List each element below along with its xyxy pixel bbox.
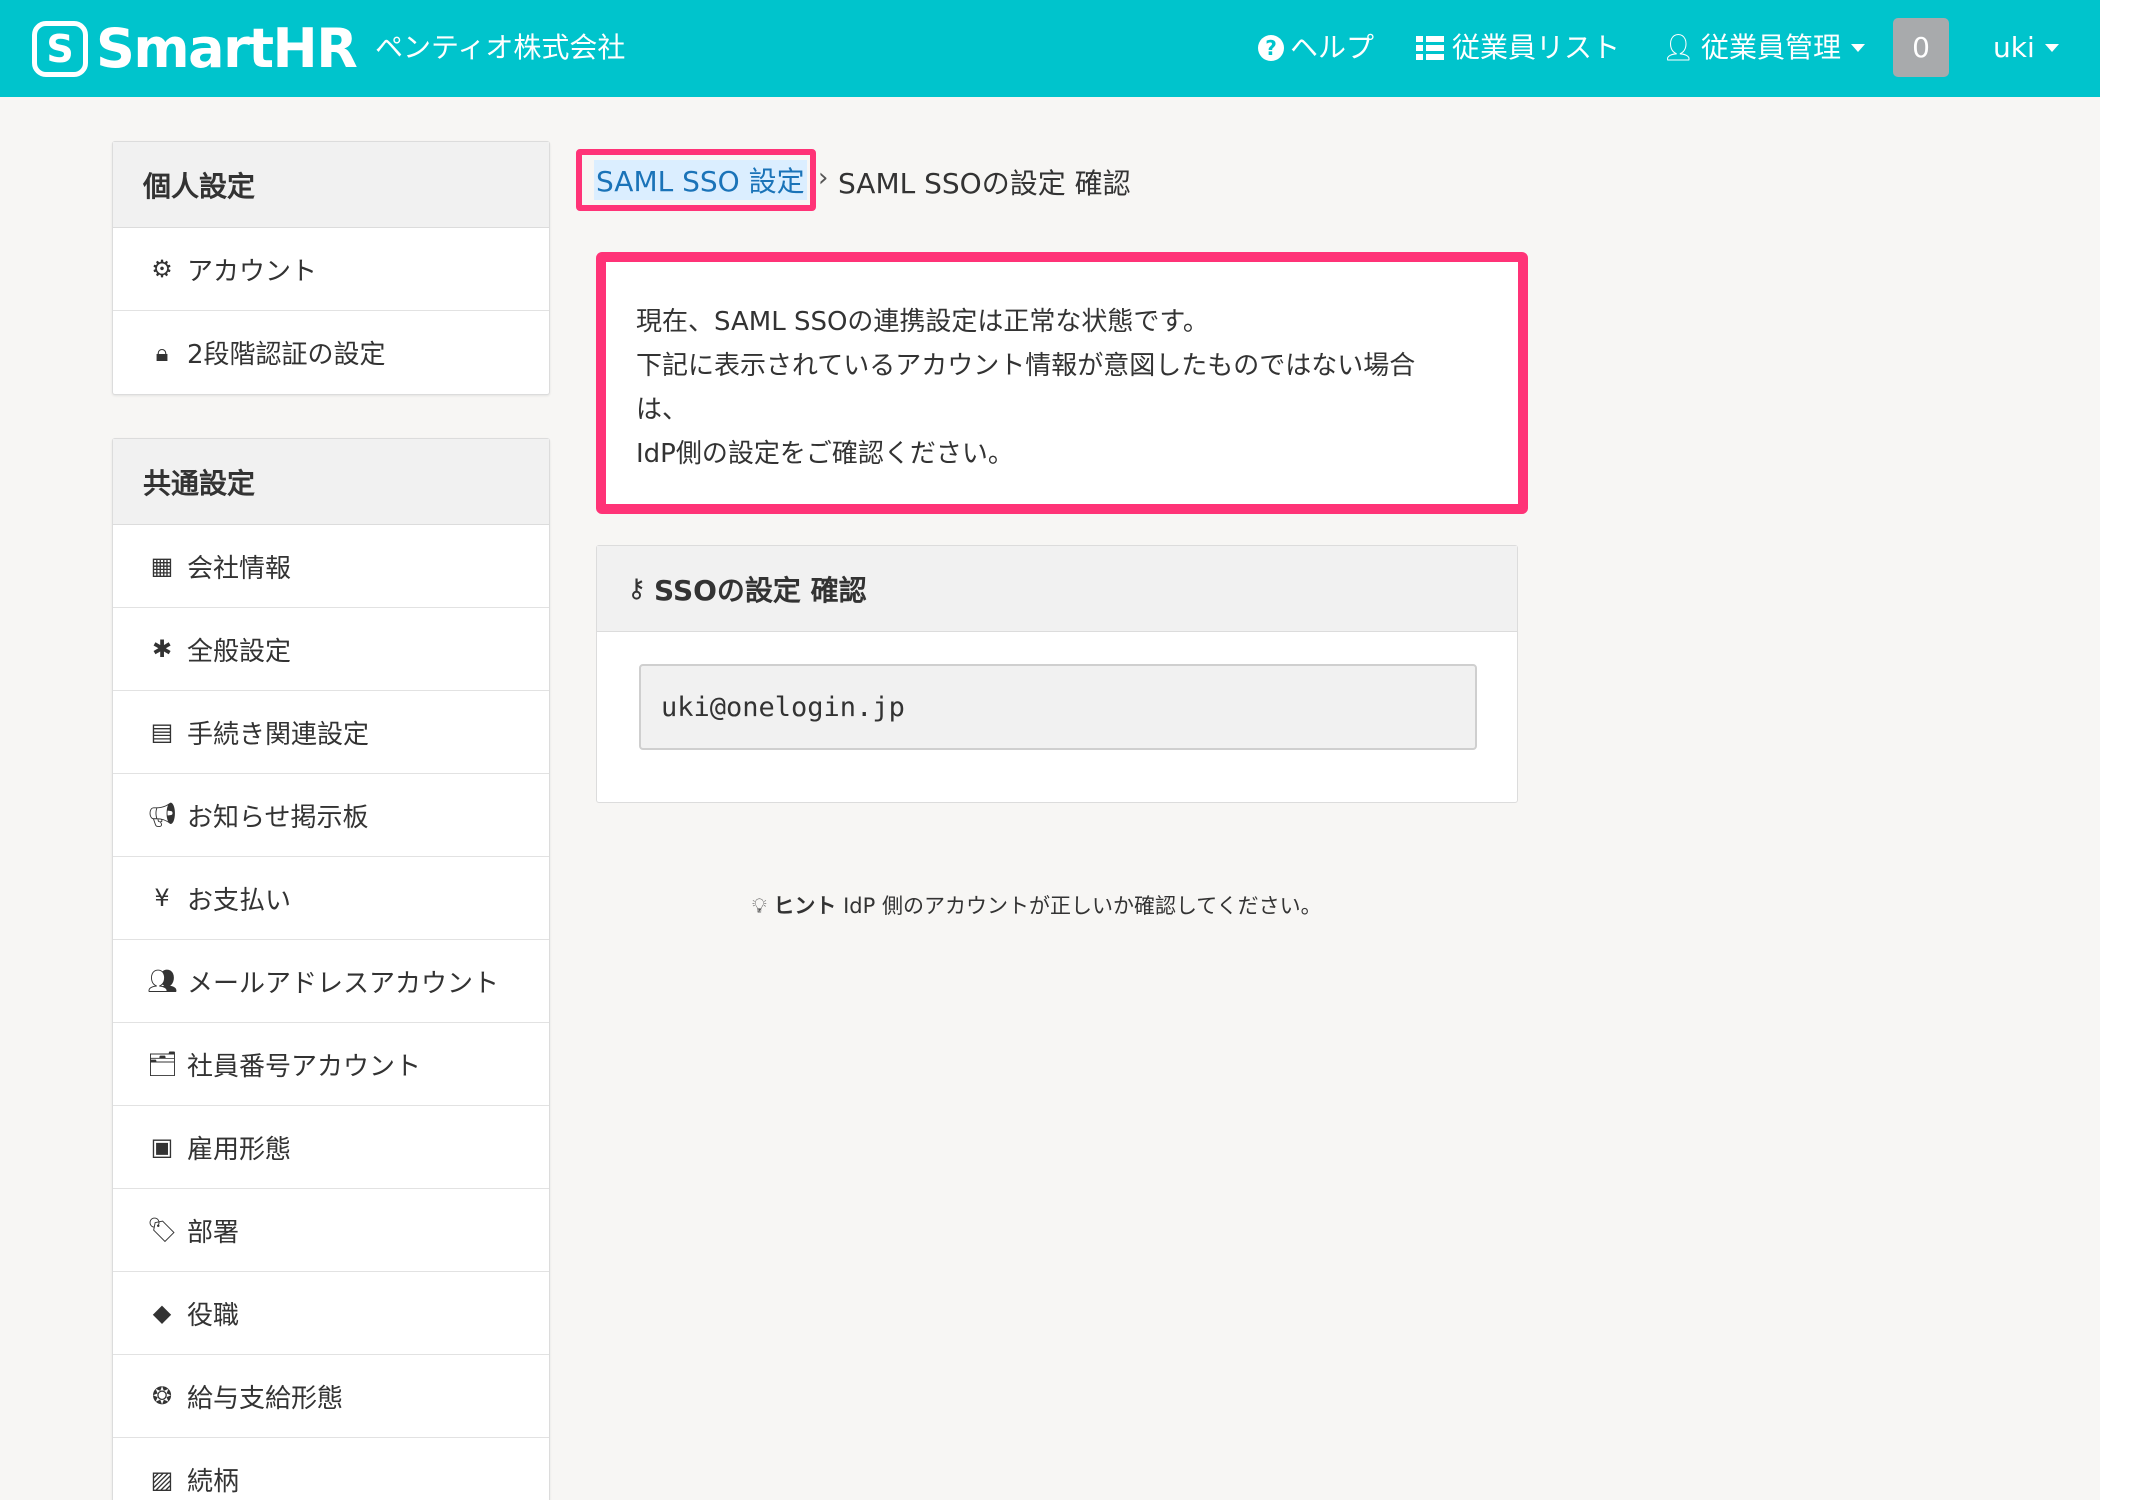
page-background: S SmartHR ペンティオ株式会社 ? ヘルプ 従業員リスト 👤︎ 従業員管…: [0, 0, 2100, 1500]
sidebar-item-label: お知らせ掲示板: [187, 802, 369, 833]
personal-settings-heading: 個人設定: [113, 142, 549, 228]
status-notice: 現在、SAML SSOの連携設定は正常な状態です。 下記に表示されているアカウン…: [596, 252, 1528, 514]
gear-icon: ⚙: [151, 255, 173, 283]
sso-panel-heading: ⚷ SSOの設定 確認: [597, 546, 1517, 632]
breadcrumb-highlight: SAML SSO 設定: [576, 149, 816, 211]
sidebar-item-label: メールアドレスアカウント: [187, 968, 500, 999]
breadcrumb-saml-sso-link[interactable]: SAML SSO 設定: [594, 160, 807, 200]
sidebar-item-two-factor[interactable]: 🔒︎ 2段階認証の設定: [113, 311, 549, 394]
sso-account-value: uki@onelogin.jp: [661, 691, 905, 723]
question-circle-icon: ?: [1258, 35, 1284, 61]
smarthr-logo[interactable]: S SmartHR: [32, 17, 358, 80]
sidebar-item-positions[interactable]: ◆ 役職: [113, 1272, 549, 1355]
users-icon: 👥︎: [147, 967, 178, 995]
sidebar-item-bulletin-board[interactable]: 📢︎ お知らせ掲示板: [113, 774, 549, 857]
sidebar-item-label: 続柄: [187, 1467, 240, 1497]
yen-icon: ¥: [154, 884, 170, 912]
hint-text: 💡︎ ヒント IdP 側のアカウントが正しいか確認してください。: [752, 890, 1322, 920]
breadcrumb-current: SAML SSOの設定 確認: [838, 167, 1131, 200]
chevron-down-icon: [2044, 44, 2059, 52]
sidebar-item-employment-type[interactable]: ▣ 雇用形態: [113, 1106, 549, 1189]
lock-icon: 🔒︎: [155, 338, 169, 367]
notification-count: 0: [1912, 31, 1930, 64]
sidebar-item-payroll-type[interactable]: ❂ 給与支給形態: [113, 1355, 549, 1438]
employee-list-label: 従業員リスト: [1452, 31, 1621, 64]
key-icon: ⚷: [627, 573, 647, 604]
employee-management-dropdown[interactable]: 👤︎ 従業員管理: [1662, 28, 1866, 68]
notification-badge[interactable]: 0: [1893, 18, 1949, 77]
breadcrumb-separator-icon: ›: [818, 163, 829, 193]
id-card-icon: 🗂︎: [147, 1050, 178, 1078]
sidebar-item-email-accounts[interactable]: 👥︎ メールアドレスアカウント: [113, 940, 549, 1023]
asterisk-icon: ✱: [151, 635, 173, 663]
notice-line: 下記に表示されているアカウント情報が意図したものではない場合: [636, 351, 1416, 381]
tags-icon: 🏷︎: [147, 1216, 178, 1244]
smarthr-logo-mark: S: [32, 21, 88, 77]
sidebar-item-label: 社員番号アカウント: [187, 1051, 422, 1082]
sso-account-field[interactable]: uki@onelogin.jp: [639, 664, 1477, 750]
user-name: uki: [1993, 31, 2035, 64]
company-name: ペンティオ株式会社: [375, 31, 626, 64]
sidebar-item-label: 全般設定: [187, 636, 292, 667]
sso-confirm-panel: ⚷ SSOの設定 確認 uki@onelogin.jp: [596, 545, 1518, 803]
user-icon: 👤︎: [1662, 33, 1696, 63]
sidebar-item-general-settings[interactable]: ✱ 全般設定: [113, 608, 549, 691]
lightbulb-icon: 💡︎: [752, 894, 767, 918]
list-icon: [1416, 36, 1444, 60]
employee-list-link[interactable]: 従業員リスト: [1416, 28, 1620, 68]
contact-icon: ▨: [150, 1465, 174, 1494]
sidebar-item-label: 会社情報: [187, 553, 292, 584]
user-menu-dropdown[interactable]: uki: [1993, 28, 2059, 68]
hint-message: IdP 側のアカウントが正しいか確認してください。: [843, 894, 1322, 918]
sidebar-item-label: 雇用形態: [187, 1134, 292, 1165]
notice-line: は、: [636, 395, 689, 425]
sidebar-item-label: アカウント: [187, 256, 318, 287]
hint-label: ヒント: [773, 894, 837, 918]
smarthr-logo-text: SmartHR: [96, 17, 358, 80]
top-navbar: S SmartHR ペンティオ株式会社 ? ヘルプ 従業員リスト 👤︎ 従業員管…: [0, 0, 2100, 97]
chevron-down-icon: [1851, 44, 1866, 52]
book-icon: ▤: [150, 718, 174, 746]
help-label: ヘルプ: [1290, 31, 1375, 64]
sidebar-item-label: 役職: [187, 1300, 240, 1331]
money-icon: ❂: [151, 1382, 173, 1410]
sso-panel-title: SSOの設定 確認: [654, 573, 867, 607]
sidebar-item-label: 部署: [187, 1217, 240, 1248]
sidebar-item-procedure-settings[interactable]: ▤ 手続き関連設定: [113, 691, 549, 774]
common-settings-heading: 共通設定: [113, 439, 549, 525]
sidebar-item-label: お支払い: [187, 885, 292, 916]
sidebar-item-label: 手続き関連設定: [187, 719, 370, 750]
sidebar-item-account[interactable]: ⚙ アカウント: [113, 228, 549, 311]
sidebar-item-label: 給与支給形態: [187, 1383, 344, 1414]
sidebar-item-departments[interactable]: 🏷︎ 部署: [113, 1189, 549, 1272]
sidebar-item-employee-number-accounts[interactable]: 🗂︎ 社員番号アカウント: [113, 1023, 549, 1106]
badge-icon: ▣: [150, 1133, 174, 1161]
sidebar-item-label: 2段階認証の設定: [187, 340, 386, 370]
tag-icon: ◆: [152, 1299, 172, 1327]
sidebar-item-payment[interactable]: ¥ お支払い: [113, 857, 549, 940]
employee-management-label: 従業員管理: [1701, 31, 1842, 64]
common-settings-panel: 共通設定 ▦ 会社情報 ✱ 全般設定 ▤ 手続き関連設定 📢︎ お知らせ掲示板 …: [112, 438, 550, 1500]
help-link[interactable]: ? ヘルプ: [1258, 28, 1374, 68]
notice-line: 現在、SAML SSOの連携設定は正常な状態です。: [636, 307, 1209, 337]
personal-settings-panel: 個人設定 ⚙ アカウント 🔒︎ 2段階認証の設定: [112, 141, 550, 395]
bullhorn-icon: 📢︎: [147, 801, 178, 829]
building-icon: ▦: [150, 552, 174, 580]
notice-line: IdP側の設定をご確認ください。: [636, 439, 1014, 469]
sidebar-item-company-info[interactable]: ▦ 会社情報: [113, 525, 549, 608]
sidebar-item-relationship[interactable]: ▨ 続柄: [113, 1438, 549, 1500]
